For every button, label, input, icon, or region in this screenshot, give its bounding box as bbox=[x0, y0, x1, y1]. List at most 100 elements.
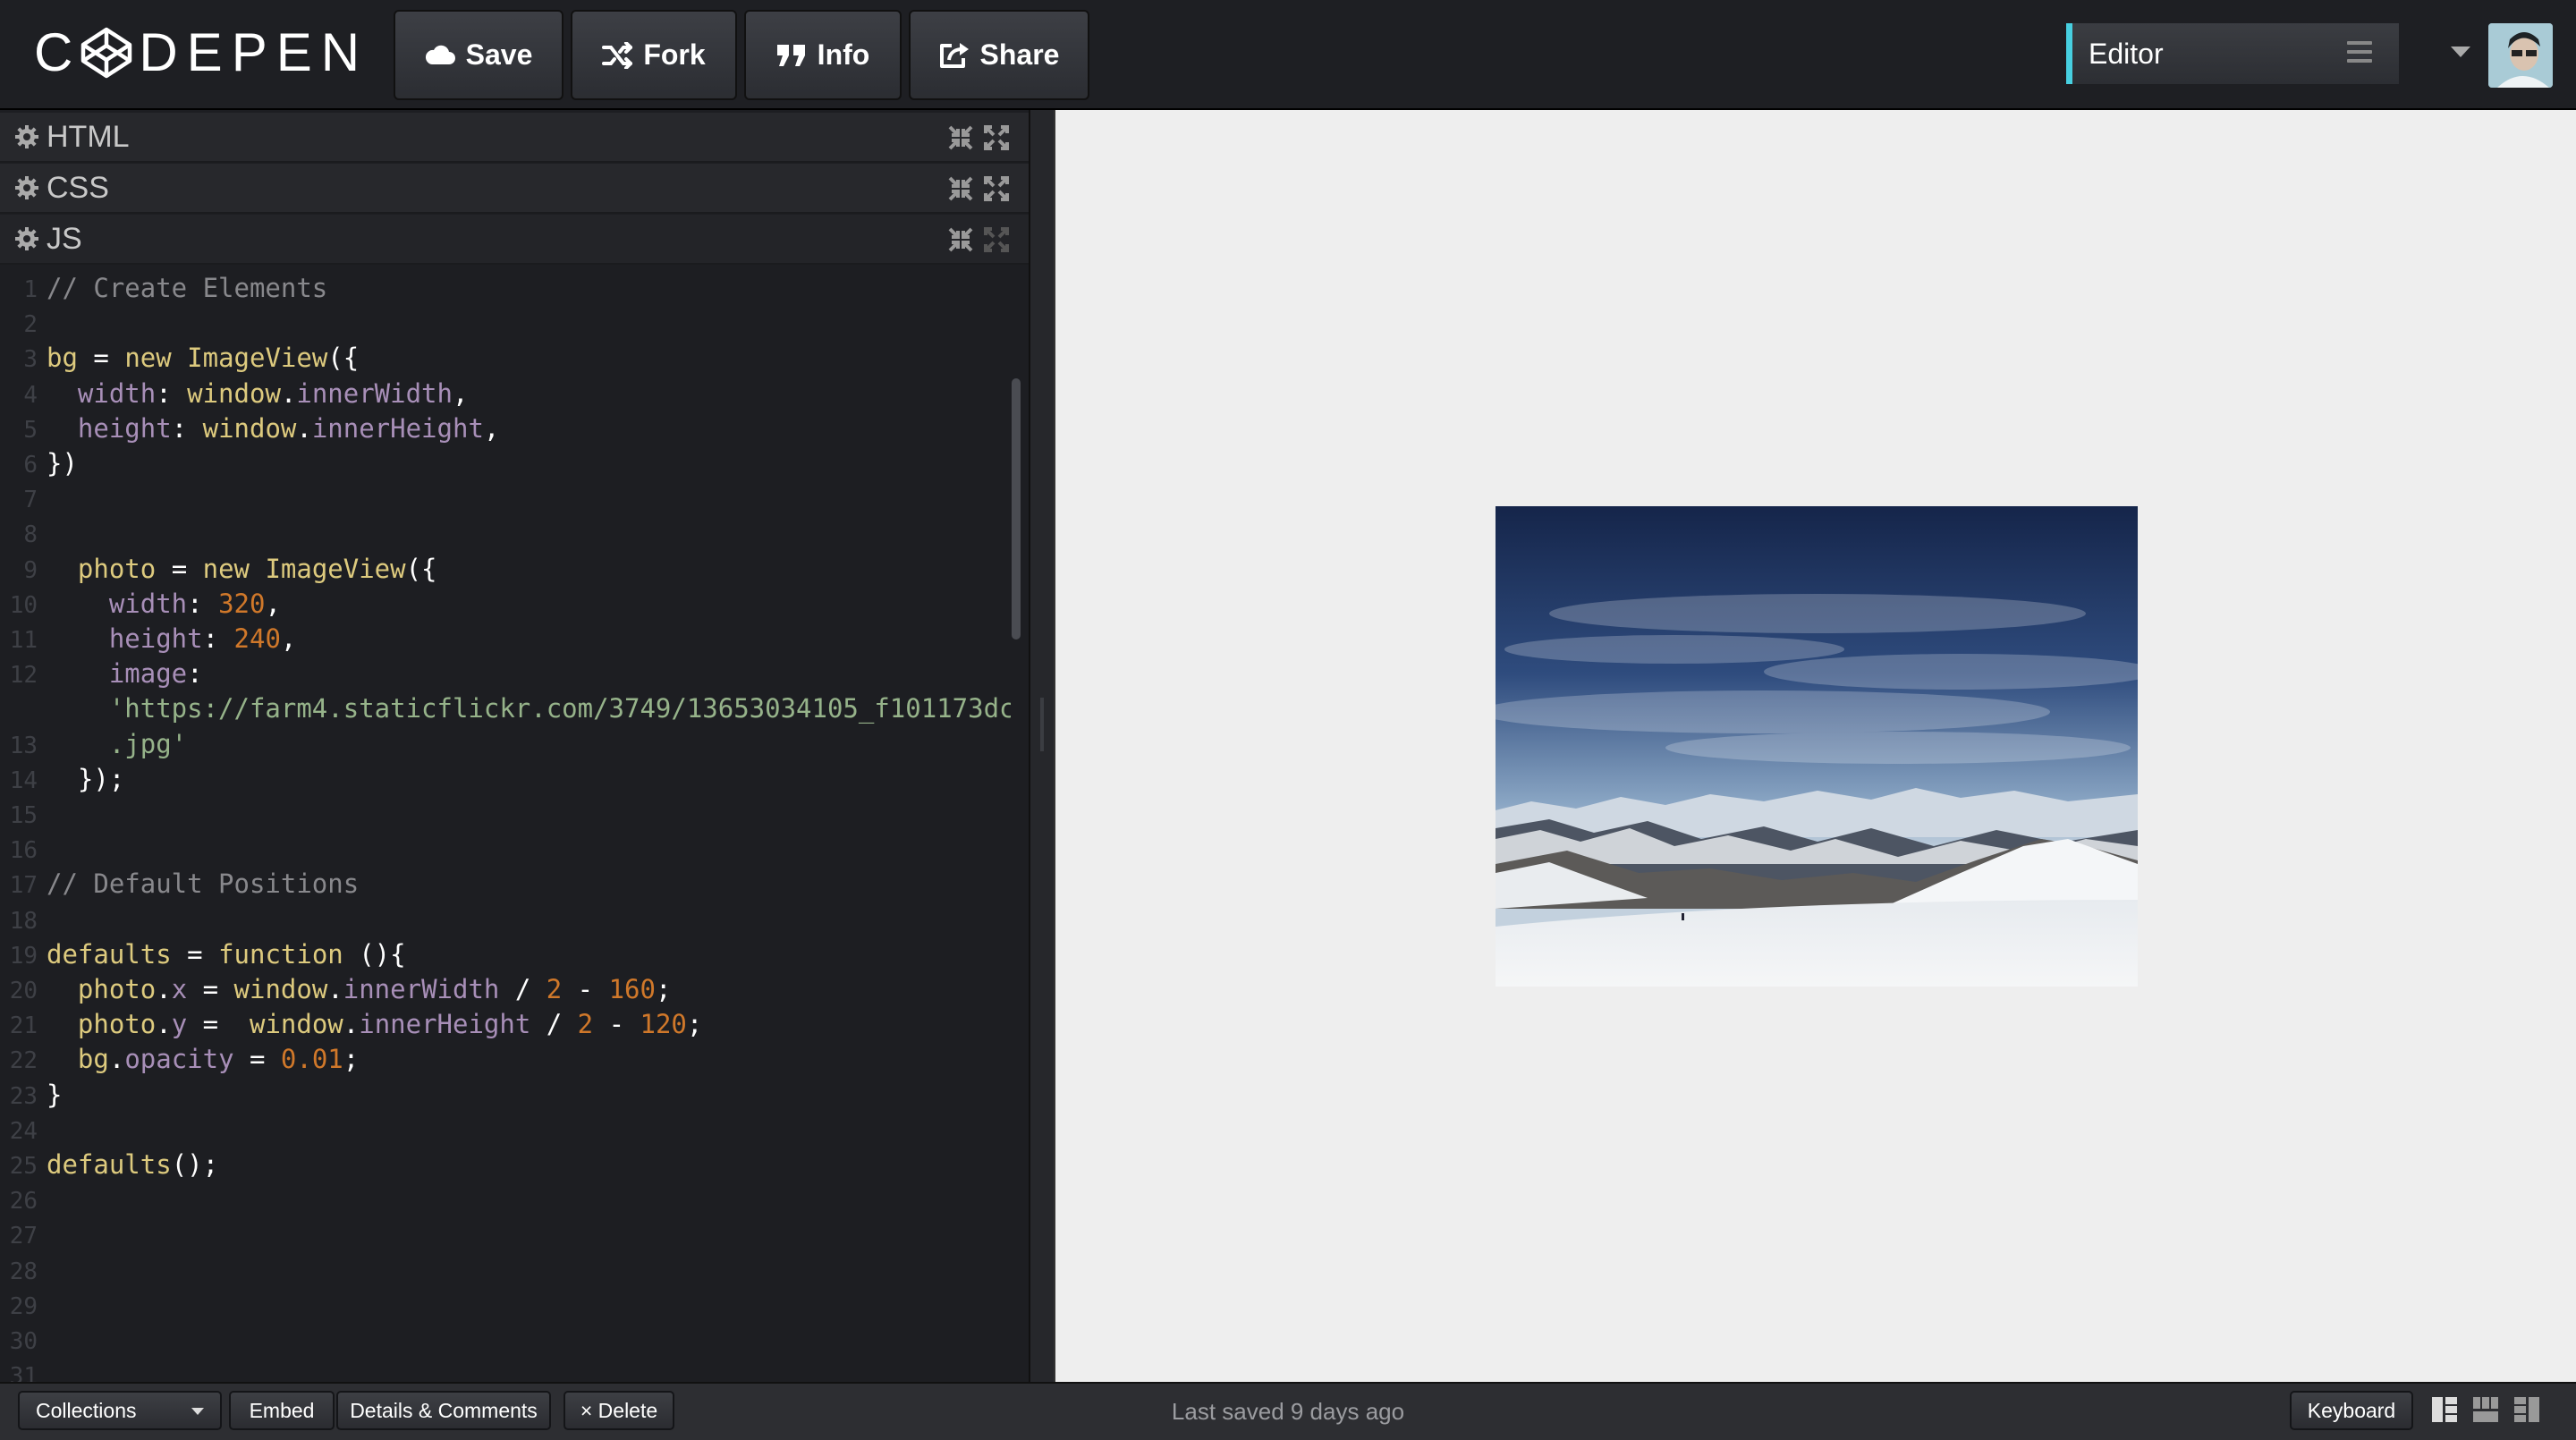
code-line[interactable]: 30 bbox=[0, 1324, 47, 1356]
keyboard-shortcuts-button[interactable]: Keyboard bbox=[2290, 1391, 2413, 1430]
collapse-icon[interactable] bbox=[948, 176, 973, 201]
code-line[interactable]: 24 bbox=[0, 1114, 47, 1146]
code-line[interactable]: 15 bbox=[0, 798, 47, 830]
code-line[interactable]: 1 // Create Elements bbox=[0, 272, 327, 304]
code-line[interactable]: 29 bbox=[0, 1289, 47, 1321]
embed-button[interactable]: Embed bbox=[229, 1391, 335, 1430]
details-comments-button[interactable]: Details & Comments bbox=[336, 1391, 551, 1430]
layout-left-icon[interactable] bbox=[2431, 1396, 2458, 1423]
result-preview bbox=[1055, 110, 2576, 1382]
code-line[interactable]: 28 bbox=[0, 1254, 47, 1286]
line-number: 8 bbox=[23, 521, 38, 549]
expand-icon[interactable] bbox=[984, 125, 1009, 150]
layout-top-icon[interactable] bbox=[2472, 1396, 2499, 1423]
code-token: (); bbox=[171, 1149, 219, 1180]
line-number: 19 bbox=[9, 942, 38, 970]
code-line[interactable]: 5 height: window.innerHeight, bbox=[0, 412, 499, 445]
line-number: 21 bbox=[9, 1012, 38, 1040]
code-line[interactable]: 2 bbox=[0, 307, 47, 339]
code-token: , bbox=[280, 623, 297, 654]
gear-icon[interactable] bbox=[14, 124, 39, 149]
resize-grip[interactable] bbox=[1040, 698, 1044, 751]
layout-right-icon[interactable] bbox=[2513, 1396, 2540, 1423]
collections-dropdown[interactable]: Collections bbox=[18, 1391, 222, 1430]
code-line[interactable]: 17 // Default Positions bbox=[0, 868, 360, 900]
code-token: photo bbox=[47, 553, 172, 584]
code-line[interactable]: 13 .jpg' bbox=[0, 728, 187, 760]
view-mode-select[interactable]: Editor bbox=[2066, 23, 2399, 84]
code-token: } bbox=[47, 1079, 63, 1110]
editor-scrollbar[interactable] bbox=[1012, 378, 1021, 640]
expand-icon[interactable] bbox=[984, 227, 1009, 252]
code-token: = bbox=[202, 974, 234, 1004]
code-line[interactable]: 12 image: bbox=[0, 657, 203, 690]
code-token: : bbox=[187, 658, 203, 690]
code-line[interactable]: 25 defaults(); bbox=[0, 1148, 218, 1181]
code-line[interactable]: 14 }); bbox=[0, 763, 125, 795]
code-line[interactable]: 8 bbox=[0, 517, 47, 549]
line-number: 20 bbox=[9, 978, 38, 1004]
code-token: 2 bbox=[577, 1009, 609, 1040]
line-number: 22 bbox=[9, 1047, 38, 1075]
code-line[interactable]: 20 photo.x = window.innerWidth / 2 - 160… bbox=[0, 973, 672, 1005]
code-line[interactable]: 27 bbox=[0, 1218, 47, 1250]
code-token: , bbox=[452, 377, 469, 409]
code-token: bg bbox=[47, 343, 94, 374]
line-number: 24 bbox=[9, 1117, 38, 1145]
code-token: ({ bbox=[327, 343, 360, 374]
js-panel-header[interactable]: JS bbox=[0, 215, 1029, 265]
css-panel-header[interactable]: CSS bbox=[0, 164, 1029, 214]
code-line[interactable]: 16 bbox=[0, 833, 47, 865]
code-line[interactable]: 'https://farm4.staticflickr.com/3749/136… bbox=[0, 692, 1011, 724]
code-line[interactable]: 21 photo.y = window.innerHeight / 2 - 12… bbox=[0, 1008, 703, 1040]
gear-icon[interactable] bbox=[14, 175, 39, 200]
fork-button[interactable]: Fork bbox=[571, 10, 737, 100]
code-line[interactable]: 19 defaults = function (){ bbox=[0, 938, 406, 970]
code-line[interactable]: 11 height: 240, bbox=[0, 623, 297, 655]
code-line[interactable]: 23} bbox=[0, 1079, 63, 1111]
code-token: window bbox=[250, 1009, 343, 1040]
code-token: / bbox=[546, 1009, 578, 1040]
code-token: - bbox=[577, 974, 609, 1004]
code-line[interactable]: 3 bg = new ImageView({ bbox=[0, 342, 359, 374]
code-token: photo bbox=[47, 974, 157, 1004]
css-panel-title: CSS bbox=[47, 170, 109, 205]
code-token: window bbox=[202, 412, 297, 444]
code-token: innerHeight bbox=[359, 1009, 547, 1040]
line-number: 12 bbox=[9, 662, 38, 690]
code-line[interactable]: 9 photo = new ImageView({ bbox=[0, 553, 436, 585]
logo-text-left: C bbox=[34, 22, 82, 82]
code-token: = bbox=[250, 1044, 281, 1075]
code-token: ; bbox=[655, 974, 672, 1004]
info-button[interactable]: Info bbox=[744, 10, 902, 100]
code-token: width bbox=[47, 377, 157, 409]
code-line[interactable]: 31 bbox=[0, 1359, 47, 1382]
html-panel-header[interactable]: HTML bbox=[0, 113, 1029, 163]
collapse-icon[interactable] bbox=[948, 125, 973, 150]
code-token: 'https://farm4.staticflickr.com/3749/136… bbox=[47, 693, 1011, 724]
code-line[interactable]: 18 bbox=[0, 903, 47, 936]
code-line[interactable]: 26 bbox=[0, 1183, 47, 1216]
code-token: . bbox=[296, 412, 312, 444]
js-code-editor[interactable]: 1// Create Elements 2 3 bg = new ImageView(… bbox=[0, 268, 1011, 1382]
user-menu-chevron-down-icon[interactable] bbox=[2451, 47, 2470, 57]
code-token: : bbox=[171, 412, 203, 444]
delete-button[interactable]: × Delete bbox=[564, 1391, 674, 1430]
code-token: window bbox=[233, 974, 328, 1004]
collapse-icon[interactable] bbox=[948, 227, 973, 252]
code-line[interactable]: 7 bbox=[0, 482, 47, 514]
line-number: 13 bbox=[9, 732, 38, 759]
expand-icon[interactable] bbox=[984, 176, 1009, 201]
code-token: ImageView bbox=[265, 553, 406, 584]
codepen-logo[interactable]: C DEPEN bbox=[34, 25, 369, 80]
code-line[interactable]: 6}) bbox=[0, 447, 78, 479]
avatar[interactable] bbox=[2488, 23, 2553, 88]
line-number: 25 bbox=[9, 1153, 38, 1180]
code-line[interactable]: 4 width: window.innerWidth, bbox=[0, 377, 468, 410]
save-button[interactable]: Save bbox=[394, 10, 564, 100]
view-mode-label: Editor bbox=[2089, 37, 2164, 70]
share-button[interactable]: Share bbox=[909, 10, 1089, 100]
gear-icon[interactable] bbox=[14, 226, 39, 251]
code-line[interactable]: 10 width: 320, bbox=[0, 588, 281, 620]
code-line[interactable]: 22 bg.opacity = 0.01; bbox=[0, 1043, 360, 1075]
